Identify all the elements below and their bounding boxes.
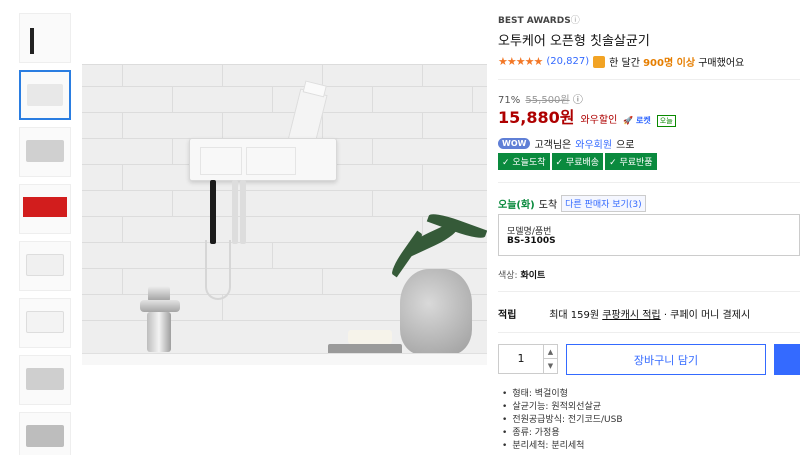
rating-row: ★★★★★ (20,827) 한 달간 900명 이상 구매했어요 — [498, 54, 744, 69]
sterilizer-device — [189, 138, 337, 181]
toothbrush-white-2 — [240, 180, 246, 244]
thumbnail-list — [19, 13, 71, 455]
coupang-cash-link[interactable]: 쿠팡캐시 적립 — [602, 310, 660, 321]
thumbnail-3[interactable] — [19, 127, 71, 177]
today-badge: 오늘 — [656, 115, 676, 127]
thumbnail-1[interactable] — [19, 13, 71, 63]
wow-discount-label: 와우할인 — [580, 115, 618, 126]
color-value: 화이트 — [520, 271, 546, 281]
vase — [400, 269, 472, 355]
breadcrumb — [0, 0, 480, 4]
price-row: 15,880원 와우할인 🚀 로켓 오늘 — [498, 104, 676, 128]
counter — [82, 353, 487, 365]
thumbnail-6[interactable] — [19, 298, 71, 348]
sale-price: 15,880원 — [498, 108, 575, 127]
points-row: 적립 최대 159원 쿠팡캐시 적립 · 쿠페이 머니 결제시 — [498, 306, 800, 321]
other-sellers-button[interactable]: 다른 판매자 보기(3) — [561, 195, 646, 212]
shopping-bag-icon — [593, 55, 606, 68]
product-title: 오투케어 오픈형 칫솔살균기 — [498, 34, 650, 49]
option-box[interactable]: 모델명/품번 BS-3100S — [498, 214, 800, 256]
benefit-badges: ✓ 오늘도착 ✓ 무료배송 ✓ 무료반품 — [498, 153, 657, 170]
spec-item: 전원공급방식: 전기코드/USB — [502, 414, 622, 427]
add-to-cart-button[interactable]: 장바구니 담기 — [566, 344, 766, 375]
toothbrush-black — [210, 180, 216, 244]
quantity-up-button[interactable]: ▲ — [543, 345, 557, 359]
thumbnail-7[interactable] — [19, 355, 71, 405]
best-awards-label: BEST AWARDSⓘ — [498, 16, 580, 26]
quantity-down-button[interactable]: ▼ — [543, 359, 557, 373]
points-label: 적립 — [498, 310, 517, 321]
divider — [498, 291, 800, 292]
wow-badge: WOW — [498, 138, 531, 149]
thumbnail-5[interactable] — [19, 241, 71, 291]
toothbrush-white — [232, 180, 238, 244]
divider — [498, 79, 800, 80]
wow-member-row: WOW 고객님은 와우회원 으로 — [498, 136, 634, 151]
faucet-base — [147, 312, 171, 352]
spec-item: 분리세척: 분리세척 — [502, 440, 623, 453]
faucet-arm — [140, 300, 180, 312]
badge-free-shipping: ✓ 무료배송 — [551, 153, 604, 170]
color-row: 색상: 화이트 — [498, 271, 546, 281]
quantity-stepper[interactable]: 1 ▲ ▼ — [498, 344, 558, 374]
quantity-value[interactable]: 1 — [499, 352, 543, 365]
divider — [498, 182, 800, 183]
delivery-date: 오늘(화) — [498, 200, 535, 211]
delivery-row: 오늘(화) 도착 다른 판매자 보기(3) — [498, 195, 646, 212]
review-count-link[interactable]: (20,827) — [546, 56, 589, 67]
soap — [348, 330, 392, 344]
power-cable — [205, 240, 231, 300]
thumbnail-2[interactable] — [19, 70, 71, 120]
thumbnail-4[interactable] — [19, 184, 71, 234]
main-product-image — [82, 64, 487, 365]
spec-item: 종류: 가정용 — [502, 427, 623, 440]
spec-item: 살균기능: 원적외선살균 — [502, 401, 623, 414]
spec-item: 형태: 벽걸이형 — [502, 388, 623, 401]
rocket-delivery-badge: 🚀 로켓 — [623, 116, 651, 125]
badge-today-arrival: ✓ 오늘도착 — [498, 153, 550, 170]
divider — [498, 332, 800, 333]
option-value: BS-3100S — [507, 236, 556, 246]
buy-now-button[interactable] — [774, 344, 800, 375]
badge-free-return: ✓ 무료반품 — [605, 153, 657, 170]
thumbnail-8[interactable] — [19, 412, 71, 455]
star-rating: ★★★★★ — [498, 55, 543, 68]
spec-list: 형태: 벽걸이형 살균기능: 원적외선살균 전원공급방식: 전기코드/USB 종… — [502, 388, 623, 453]
purchase-count: 한 달간 900명 이상 구매했어요 — [609, 58, 745, 69]
wow-member-link[interactable]: 와우회원 — [575, 136, 612, 151]
info-icon[interactable]: ⓘ — [571, 16, 580, 26]
